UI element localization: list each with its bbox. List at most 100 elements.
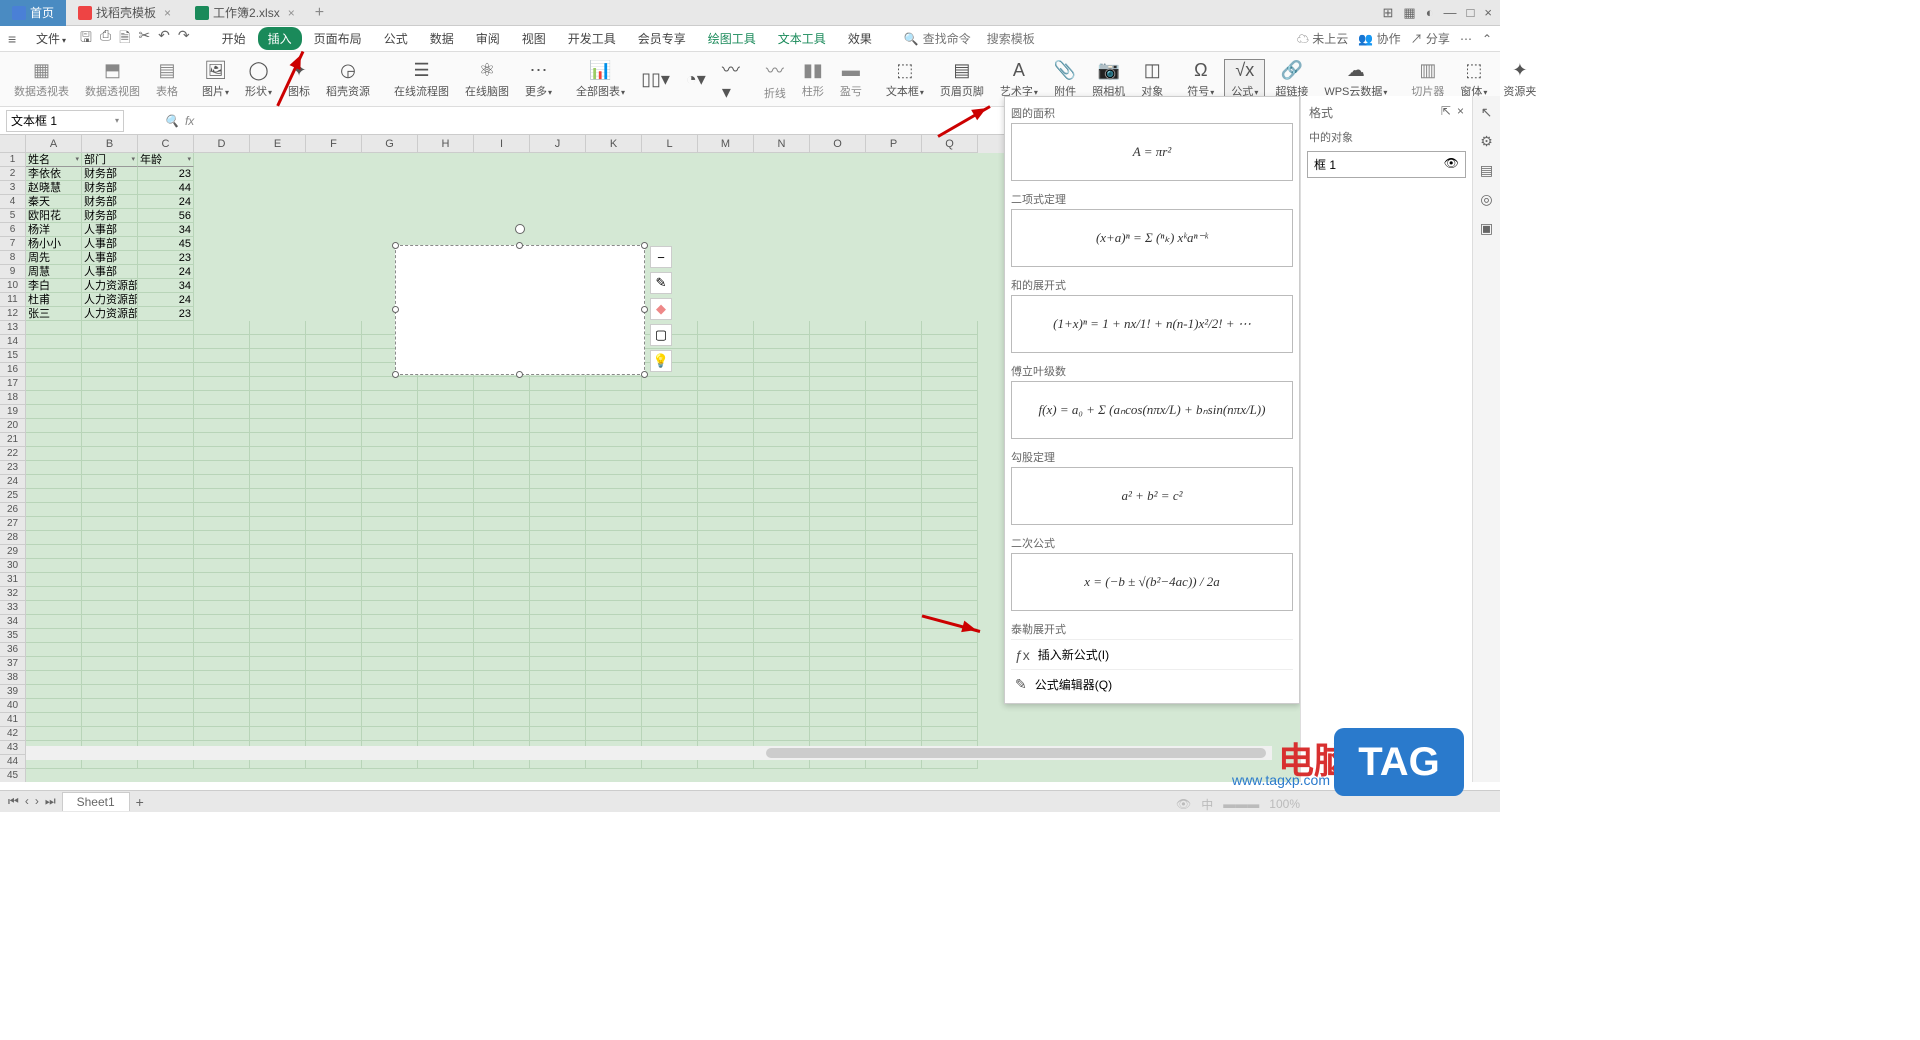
cell[interactable]	[26, 419, 82, 433]
row-header[interactable]: 28	[0, 531, 26, 545]
cell[interactable]	[530, 615, 586, 629]
cell[interactable]	[586, 419, 642, 433]
cell[interactable]	[138, 615, 194, 629]
row-header[interactable]: 9	[0, 265, 26, 279]
picture-button[interactable]: 🖼图片	[196, 60, 235, 99]
cell[interactable]	[26, 321, 82, 335]
cell[interactable]	[82, 503, 138, 517]
cell[interactable]	[362, 545, 418, 559]
more-icon[interactable]: ⋯	[1460, 32, 1472, 46]
cell[interactable]	[250, 391, 306, 405]
cell[interactable]	[474, 699, 530, 713]
cell[interactable]	[250, 587, 306, 601]
cell[interactable]	[474, 559, 530, 573]
row-header[interactable]: 15	[0, 349, 26, 363]
chart-col[interactable]: ▯▯▾	[635, 69, 676, 90]
cell[interactable]	[642, 573, 698, 587]
cell[interactable]	[810, 391, 866, 405]
cell[interactable]	[82, 391, 138, 405]
cell[interactable]	[418, 391, 474, 405]
cell[interactable]	[138, 461, 194, 475]
prev-sheet-icon[interactable]: ‹	[25, 794, 29, 809]
cell[interactable]	[194, 573, 250, 587]
cell[interactable]: 杜甫	[26, 293, 82, 307]
cell[interactable]	[866, 629, 922, 643]
cell[interactable]	[866, 573, 922, 587]
cell[interactable]	[642, 671, 698, 685]
cell[interactable]	[82, 475, 138, 489]
cell[interactable]	[922, 657, 978, 671]
cell[interactable]	[474, 573, 530, 587]
cell[interactable]	[474, 587, 530, 601]
cell[interactable]	[586, 699, 642, 713]
cell[interactable]	[474, 517, 530, 531]
cell[interactable]	[866, 489, 922, 503]
cell[interactable]	[418, 545, 474, 559]
cell[interactable]	[138, 629, 194, 643]
cell[interactable]	[866, 391, 922, 405]
row-header[interactable]: 8	[0, 251, 26, 265]
row-header[interactable]: 10	[0, 279, 26, 293]
wordart-button[interactable]: A艺术字	[994, 60, 1044, 99]
cell[interactable]	[698, 377, 754, 391]
cell[interactable]	[642, 615, 698, 629]
cell[interactable]	[474, 657, 530, 671]
cell[interactable]	[26, 531, 82, 545]
cell[interactable]	[26, 461, 82, 475]
cell[interactable]	[754, 405, 810, 419]
symbol-button[interactable]: Ω符号	[1181, 60, 1220, 99]
cell[interactable]	[810, 727, 866, 741]
cell[interactable]	[810, 671, 866, 685]
cell[interactable]	[530, 391, 586, 405]
cell[interactable]	[418, 615, 474, 629]
cell[interactable]	[250, 363, 306, 377]
cell[interactable]	[26, 517, 82, 531]
cell[interactable]	[362, 391, 418, 405]
col-header[interactable]: J	[530, 135, 586, 153]
cell[interactable]	[418, 447, 474, 461]
textbox-shape[interactable]: − ✎ ◆ ▢ 💡	[395, 245, 645, 375]
cell[interactable]	[250, 377, 306, 391]
cell[interactable]	[754, 587, 810, 601]
wpscloud-button[interactable]: ☁WPS云数据	[1318, 60, 1393, 99]
cell[interactable]	[82, 671, 138, 685]
grid-icon[interactable]: ▦	[1403, 5, 1415, 21]
sparkbar-button[interactable]: ▮▮柱形	[796, 60, 830, 99]
cell[interactable]	[698, 335, 754, 349]
cell[interactable]	[82, 559, 138, 573]
cell[interactable]	[194, 671, 250, 685]
cell[interactable]	[754, 573, 810, 587]
cell[interactable]	[754, 391, 810, 405]
cell[interactable]	[250, 685, 306, 699]
cell[interactable]	[306, 335, 362, 349]
cell[interactable]	[306, 643, 362, 657]
mindmap-button[interactable]: ⚛在线脑图	[459, 60, 515, 99]
settings-icon[interactable]: ⚙	[1480, 133, 1493, 150]
cell[interactable]	[698, 531, 754, 545]
cell[interactable]	[922, 573, 978, 587]
cell[interactable]	[194, 447, 250, 461]
col-header[interactable]: G	[362, 135, 418, 153]
cell[interactable]	[754, 601, 810, 615]
cell[interactable]	[642, 685, 698, 699]
col-header[interactable]: A	[26, 135, 82, 153]
cell[interactable]	[642, 531, 698, 545]
cell[interactable]	[26, 615, 82, 629]
cell[interactable]	[810, 335, 866, 349]
cell[interactable]	[810, 545, 866, 559]
close-icon[interactable]: ×	[1457, 104, 1464, 121]
row-header[interactable]: 36	[0, 643, 26, 657]
resize-handle[interactable]	[516, 242, 523, 249]
cell[interactable]	[754, 615, 810, 629]
cell[interactable]	[82, 657, 138, 671]
cell[interactable]	[362, 531, 418, 545]
cell[interactable]	[194, 615, 250, 629]
cell[interactable]	[586, 405, 642, 419]
cell[interactable]	[642, 419, 698, 433]
cell[interactable]	[26, 363, 82, 377]
cell[interactable]	[194, 321, 250, 335]
cell[interactable]	[362, 573, 418, 587]
cell[interactable]	[866, 699, 922, 713]
cell[interactable]	[418, 657, 474, 671]
rotate-handle[interactable]	[515, 224, 525, 234]
